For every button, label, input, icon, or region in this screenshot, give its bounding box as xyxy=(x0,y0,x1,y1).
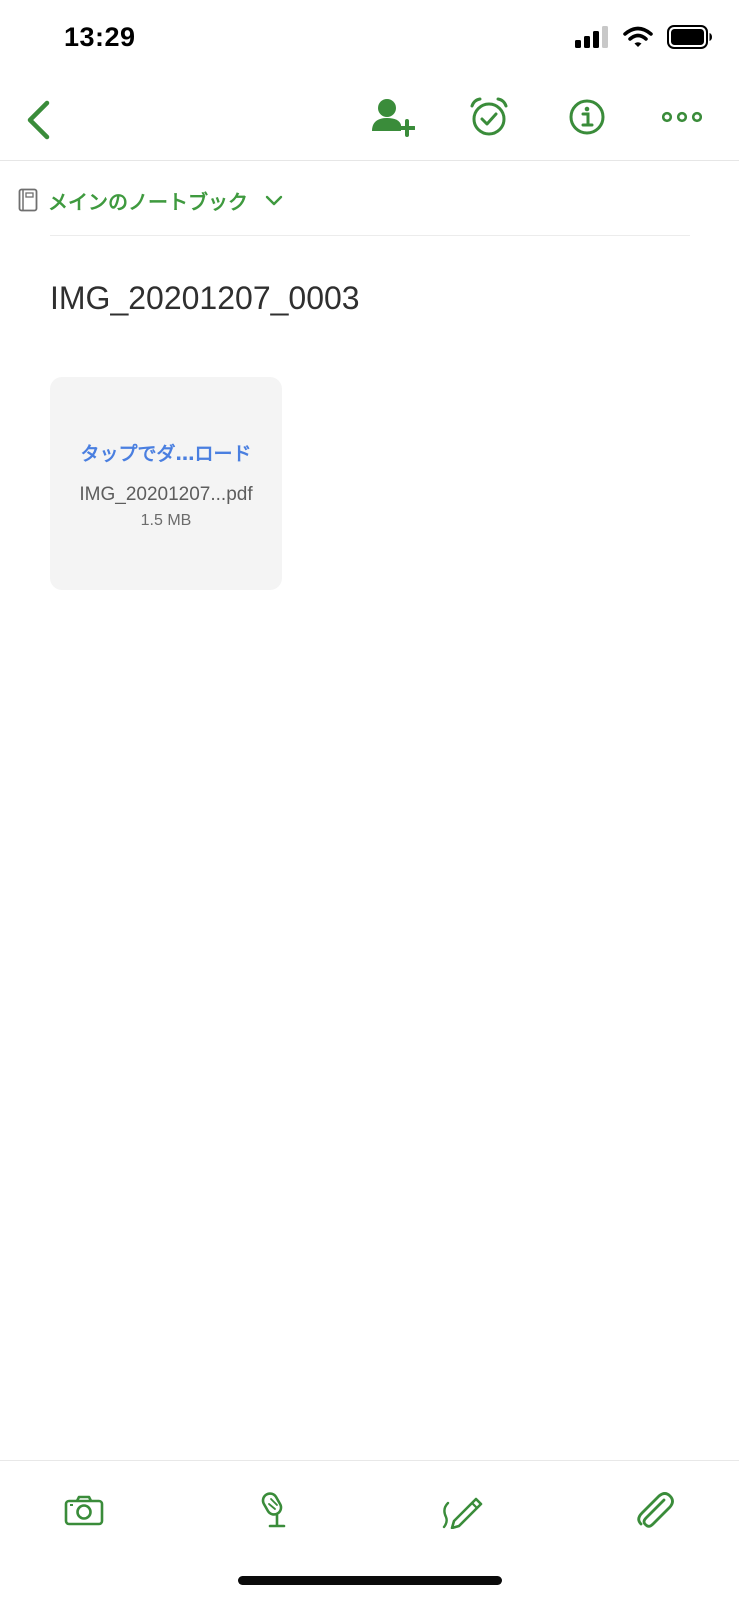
notebook-selector[interactable]: メインのノートブック xyxy=(18,180,284,220)
home-indicator[interactable] xyxy=(238,1576,502,1585)
share-button[interactable] xyxy=(368,95,418,139)
attachment-card[interactable]: タップでダ…ロード IMG_20201207...pdf 1.5 MB xyxy=(50,377,282,590)
chevron-down-icon xyxy=(265,195,283,206)
attachment-file-name: IMG_20201207...pdf xyxy=(79,484,253,505)
attachment-file-size: 1.5 MB xyxy=(140,512,192,529)
camera-button[interactable] xyxy=(54,1480,114,1540)
info-button[interactable] xyxy=(562,95,612,139)
wifi-icon xyxy=(623,26,653,52)
add-person-icon xyxy=(372,99,415,137)
note-title[interactable]: IMG_20201207_0003 xyxy=(50,280,360,317)
alarm-check-icon xyxy=(470,97,508,136)
reminder-button[interactable] xyxy=(464,95,514,139)
toolbar-divider xyxy=(0,1460,739,1461)
attach-button[interactable] xyxy=(624,1480,684,1540)
info-icon xyxy=(569,99,605,135)
download-prompt[interactable]: タップでダ…ロード xyxy=(80,439,251,466)
back-button[interactable] xyxy=(18,95,58,145)
status-time: 13:29 xyxy=(64,22,136,52)
notebook-icon xyxy=(18,188,38,212)
signal-icon xyxy=(575,26,609,52)
microphone-icon xyxy=(261,1492,286,1528)
nav-divider xyxy=(0,160,739,161)
battery-icon xyxy=(667,25,713,53)
audio-button[interactable] xyxy=(244,1480,304,1540)
more-button[interactable] xyxy=(660,95,704,139)
status-icons xyxy=(575,24,713,54)
notebook-name: メインのノートブック xyxy=(48,189,248,214)
more-dots-icon xyxy=(662,111,702,123)
back-chevron-icon xyxy=(27,100,50,140)
sketch-button[interactable] xyxy=(432,1480,492,1540)
notebook-divider xyxy=(50,235,690,236)
paperclip-icon xyxy=(637,1492,674,1528)
camera-icon xyxy=(64,1495,104,1526)
pen-icon xyxy=(442,1497,483,1529)
